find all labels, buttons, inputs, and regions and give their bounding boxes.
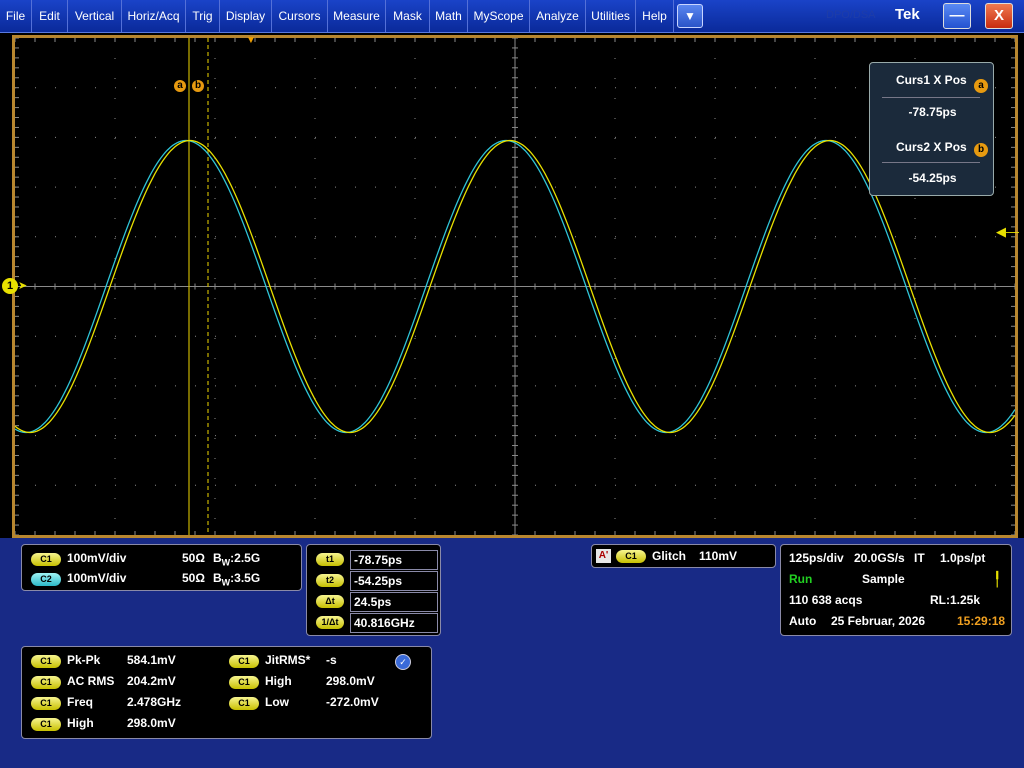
menu-utilities[interactable]: Utilities bbox=[586, 0, 636, 32]
meas-acrms-badge: C1 bbox=[31, 676, 61, 689]
trigger-position-icon[interactable]: ▼ bbox=[246, 35, 256, 46]
meas-jitrms-badge: C1 bbox=[229, 655, 259, 668]
acquisition-mode: Sample bbox=[862, 572, 905, 586]
minimize-icon: — bbox=[949, 7, 965, 24]
measurements-panel[interactable]: C1 Pk-Pk 584.1mV C1 AC RMS 204.2mV C1 Fr… bbox=[21, 646, 432, 739]
meas-low-value: -272.0mV bbox=[326, 695, 379, 709]
cursor-values-panel[interactable]: t1 -78.75ps t2 -54.25ps Δt 24.5ps 1/Δt 4… bbox=[306, 544, 441, 636]
cursor-delta-t-label: Δt bbox=[316, 595, 344, 608]
trigger-mode: Auto bbox=[789, 614, 817, 628]
meas-freq-badge: C1 bbox=[31, 697, 61, 710]
curs1-badge: a bbox=[974, 79, 988, 93]
menu-measure[interactable]: Measure bbox=[328, 0, 386, 32]
cursor-t1-value: -78.75ps bbox=[350, 550, 438, 570]
meas-high2-value: 298.0mV bbox=[326, 674, 375, 688]
channel-2-impedance[interactable]: 50Ω bbox=[182, 571, 205, 585]
acquisition-panel[interactable]: 125ps/div 20.0GS/s IT 1.0ps/pt Run Sampl… bbox=[780, 544, 1012, 636]
meas-high2-badge: C1 bbox=[229, 676, 259, 689]
channel-1-impedance[interactable]: 50Ω bbox=[182, 551, 205, 565]
trigger-source-badge: C1 bbox=[616, 550, 646, 563]
meas-low-badge: C1 bbox=[229, 697, 259, 710]
date: 25 Februar, 2026 bbox=[831, 614, 926, 628]
trigger-panel[interactable]: A' C1 Glitch 110mV bbox=[591, 544, 776, 568]
meas-high2-name: High bbox=[265, 674, 292, 688]
meas-freq-value: 2.478GHz bbox=[127, 695, 182, 709]
channel-1-marker[interactable]: 1 bbox=[2, 278, 18, 294]
menu-help[interactable]: Help bbox=[636, 0, 674, 32]
menu-dropdown-button[interactable]: ▼ bbox=[677, 4, 703, 28]
menu-file[interactable]: File bbox=[0, 0, 32, 32]
divider bbox=[882, 97, 980, 98]
waveform-display[interactable] bbox=[12, 35, 1018, 538]
cursor-t1-label: t1 bbox=[316, 553, 344, 566]
channel-1-arrow-icon: ➤ bbox=[18, 280, 28, 292]
channel-2-scale[interactable]: 100mV/div bbox=[67, 571, 126, 585]
curs1-label: Curs1 X Pos bbox=[896, 73, 967, 87]
acq-mode-it: IT bbox=[914, 551, 925, 565]
meas-acrms-value: 204.2mV bbox=[127, 674, 176, 688]
time: 15:29:18 bbox=[957, 614, 1006, 628]
cursor-inv-delta-t-label: 1/Δt bbox=[316, 616, 344, 629]
model-label: DPO/DSA bbox=[826, 9, 876, 21]
curs2-badge: b bbox=[974, 143, 988, 157]
meas-low-name: Low bbox=[265, 695, 289, 709]
menu-trig[interactable]: Trig bbox=[186, 0, 220, 32]
curs2-label: Curs2 X Pos bbox=[896, 140, 967, 154]
graticule-plot bbox=[15, 38, 1015, 535]
menu-horiz-acq[interactable]: Horiz/Acq bbox=[122, 0, 186, 32]
timebase: 125ps/div bbox=[789, 551, 844, 565]
cursor-t2-value: -54.25ps bbox=[350, 571, 438, 591]
channel-2-bandwidth[interactable]: BW:3.5G bbox=[213, 571, 260, 587]
menu-vertical[interactable]: Vertical bbox=[68, 0, 122, 32]
meas-high-value: 298.0mV bbox=[127, 716, 176, 730]
menu-mask[interactable]: Mask bbox=[386, 0, 430, 32]
cursor-b-badge[interactable]: b bbox=[192, 80, 204, 92]
channel-1-badge[interactable]: C1 bbox=[31, 553, 61, 566]
channel-1-bandwidth[interactable]: BW:2.5G bbox=[213, 551, 260, 567]
meas-jitrms-name: JitRMS* bbox=[265, 653, 311, 667]
resolution: 1.0ps/pt bbox=[940, 551, 986, 565]
menu-analyze[interactable]: Analyze bbox=[530, 0, 586, 32]
meas-jitrms-value: -s bbox=[326, 653, 337, 667]
cursor-inv-delta-t-value: 40.816GHz bbox=[350, 613, 438, 633]
trigger-level-icon[interactable]: ◀— bbox=[996, 224, 1019, 240]
menu-bar: File Edit Vertical Horiz/Acq Trig Displa… bbox=[0, 0, 1024, 33]
acquisition-count: 110 638 acqs bbox=[789, 593, 863, 607]
trigger-a-badge: A' bbox=[596, 549, 611, 563]
close-button[interactable]: X bbox=[985, 3, 1013, 29]
meas-pkpk-badge: C1 bbox=[31, 655, 61, 668]
cursor-a-badge[interactable]: a bbox=[174, 80, 186, 92]
cursor-delta-t-value: 24.5ps bbox=[350, 592, 438, 612]
channel-settings-panel: C1 100mV/div 50Ω BW:2.5G C2 100mV/div 50… bbox=[21, 544, 302, 591]
meas-freq-name: Freq bbox=[67, 695, 94, 709]
menu-cursors[interactable]: Cursors bbox=[272, 0, 328, 32]
chevron-down-icon: ▼ bbox=[684, 9, 696, 23]
meas-high-name: High bbox=[67, 716, 94, 730]
menu-math[interactable]: Math bbox=[430, 0, 468, 32]
measurement-settings-icon[interactable]: ✓ bbox=[395, 654, 411, 670]
channel-2-badge[interactable]: C2 bbox=[31, 573, 61, 586]
trigger-type: Glitch bbox=[652, 549, 687, 563]
minimize-button[interactable]: — bbox=[943, 3, 971, 29]
menu-edit[interactable]: Edit bbox=[32, 0, 68, 32]
brand-logo: Tek bbox=[895, 6, 920, 23]
meas-pkpk-value: 584.1mV bbox=[127, 653, 176, 667]
channel-1-scale[interactable]: 100mV/div bbox=[67, 551, 126, 565]
trigger-status-icon: ╿ bbox=[993, 571, 1002, 587]
menu-display[interactable]: Display bbox=[220, 0, 272, 32]
cursor-readout-box[interactable]: Curs1 X Pos a -78.75ps Curs2 X Pos b -54… bbox=[869, 62, 994, 196]
close-icon: X bbox=[993, 7, 1004, 24]
run-state: Run bbox=[789, 572, 813, 586]
meas-pkpk-name: Pk-Pk bbox=[67, 653, 101, 667]
meas-acrms-name: AC RMS bbox=[67, 674, 115, 688]
menu-myscope[interactable]: MyScope bbox=[468, 0, 530, 32]
curs2-value: -54.25ps bbox=[908, 171, 957, 185]
cursor-t2-label: t2 bbox=[316, 574, 344, 587]
trigger-level: 110mV bbox=[699, 549, 738, 563]
record-length: RL:1.25k bbox=[930, 593, 981, 607]
meas-high-badge: C1 bbox=[31, 718, 61, 731]
curs1-value: -78.75ps bbox=[908, 105, 957, 119]
sample-rate: 20.0GS/s bbox=[854, 551, 905, 565]
divider bbox=[882, 162, 980, 163]
